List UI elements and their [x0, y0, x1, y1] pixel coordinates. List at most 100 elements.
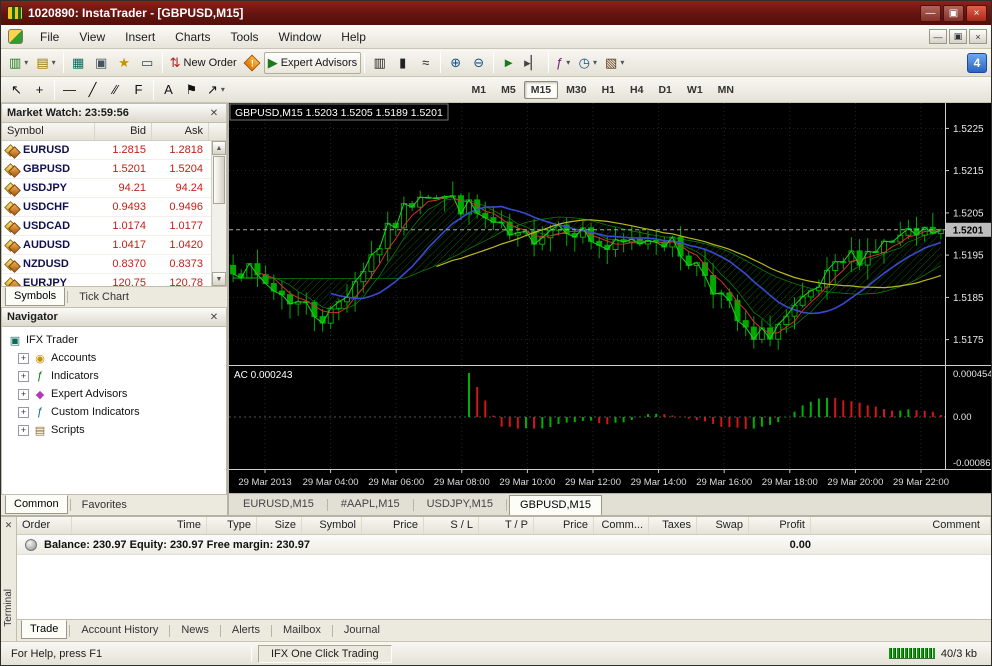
column-header-symbol[interactable]: Symbol [2, 123, 95, 140]
terminal-column-t-p[interactable]: T / P [479, 517, 534, 534]
menu-view[interactable]: View [69, 27, 115, 47]
terminal-column-price[interactable]: Price [534, 517, 594, 534]
profiles-button[interactable]: ▤▾ [32, 52, 59, 74]
scrollbar-thumb[interactable] [213, 156, 225, 204]
terminal-column-comm[interactable]: Comm... [594, 517, 649, 534]
terminal-column-swap[interactable]: Swap [697, 517, 749, 534]
mdi-close-icon[interactable]: × [969, 29, 987, 44]
menu-file[interactable]: File [30, 27, 69, 47]
terminal-column-s-l[interactable]: S / L [424, 517, 479, 534]
scrollbar-track[interactable] [212, 205, 226, 272]
trendline-button[interactable]: ╱ [81, 79, 104, 101]
market-watch-row-gbpusd[interactable]: GBPUSD1.52011.5204 [2, 160, 226, 179]
tab-mailbox[interactable]: Mailbox [274, 621, 330, 640]
new-chart-button[interactable]: ▥▾ [5, 52, 32, 74]
market-watch-row-usdjpy[interactable]: USDJPY94.2194.24 [2, 179, 226, 198]
market-watch-row-nzdusd[interactable]: NZDUSD0.83700.8373 [2, 255, 226, 274]
minimize-icon[interactable]: — [920, 5, 941, 22]
terminal-column-type[interactable]: Type [207, 517, 257, 534]
nav-item-expert-advisors[interactable]: +◆Expert Advisors [4, 385, 224, 403]
templates-button[interactable]: ▧▾ [601, 52, 628, 74]
column-header-bid[interactable]: Bid [95, 123, 152, 140]
timeframe-m15[interactable]: M15 [524, 81, 558, 99]
data-window-button[interactable]: ▣ [90, 52, 113, 74]
timeframe-m1[interactable]: M1 [465, 81, 494, 99]
timeframe-h4[interactable]: H4 [623, 81, 650, 99]
expand-plus-icon[interactable]: + [18, 407, 29, 418]
chart-tab-usdjpy-m15[interactable]: USDJPY,M15 [416, 494, 504, 515]
bar-chart-mode-button[interactable]: ▥ [368, 52, 391, 74]
nav-item-ifx-trader[interactable]: ▣IFX Trader [4, 331, 224, 349]
expand-plus-icon[interactable]: + [18, 389, 29, 400]
tab-tick-chart[interactable]: Tick Chart [70, 288, 138, 307]
terminal-column-profit[interactable]: Profit [749, 517, 811, 534]
expand-plus-icon[interactable]: + [18, 425, 29, 436]
market-watch-button[interactable]: ▦ [67, 52, 90, 74]
mdi-minimize-icon[interactable]: — [929, 29, 947, 44]
candlestick-mode-button[interactable]: ▮ [391, 52, 414, 74]
auto-scroll-button[interactable]: ► [497, 52, 520, 74]
terminal-column-size[interactable]: Size [257, 517, 302, 534]
close-icon[interactable]: × [966, 5, 987, 22]
menu-tools[interactable]: Tools [221, 27, 269, 47]
cursor-button[interactable]: ↖ [5, 79, 28, 101]
timeframe-h1[interactable]: H1 [595, 81, 622, 99]
terminal-column-taxes[interactable]: Taxes [649, 517, 697, 534]
terminal-column-symbol[interactable]: Symbol [302, 517, 362, 534]
market-watch-row-usdcad[interactable]: USDCAD1.01741.0177 [2, 217, 226, 236]
tab-account-history[interactable]: Account History [72, 621, 167, 640]
navigator-close-icon[interactable]: ✕ [207, 312, 221, 323]
tab-alerts[interactable]: Alerts [223, 621, 269, 640]
timeframe-m5[interactable]: M5 [494, 81, 523, 99]
fibonacci-button[interactable]: F [127, 79, 150, 101]
menu-charts[interactable]: Charts [165, 27, 220, 47]
new-order-button[interactable]: ⇅New Order [166, 52, 241, 74]
timeframe-m30[interactable]: M30 [559, 81, 593, 99]
terminal-column-order[interactable]: Order [17, 517, 72, 534]
market-watch-row-eurusd[interactable]: EURUSD1.28151.2818 [2, 141, 226, 160]
line-chart-mode-button[interactable]: ≈ [414, 52, 437, 74]
timeframe-d1[interactable]: D1 [651, 81, 678, 99]
scroll-down-icon[interactable]: ▼ [212, 272, 226, 286]
menu-help[interactable]: Help [331, 27, 376, 47]
terminal-panel-button[interactable]: ▭ [136, 52, 159, 74]
zoom-in-button[interactable]: ⊕ [444, 52, 467, 74]
tab-news[interactable]: News [172, 621, 218, 640]
tab-trade[interactable]: Trade [21, 620, 67, 639]
tab-symbols[interactable]: Symbols [5, 287, 65, 306]
timeframe-w1[interactable]: W1 [680, 81, 710, 99]
nav-item-accounts[interactable]: +◉Accounts [4, 349, 224, 367]
restore-icon[interactable]: ▣ [943, 5, 964, 22]
periods-button[interactable]: ◷▾ [575, 52, 601, 74]
terminal-close-icon[interactable]: ✕ [5, 520, 13, 531]
tab-common[interactable]: Common [5, 495, 68, 514]
terminal-column-price[interactable]: Price [362, 517, 424, 534]
horizontal-line-button[interactable]: — [58, 79, 81, 101]
text-label-button[interactable]: ⚑ [180, 79, 203, 101]
column-header-ask[interactable]: Ask [152, 123, 209, 140]
market-watch-row-usdchf[interactable]: USDCHF0.94930.9496 [2, 198, 226, 217]
menu-insert[interactable]: Insert [115, 27, 165, 47]
chart-shift-button[interactable]: ▸▏ [520, 52, 545, 74]
price-chart[interactable]: 1.52251.52151.52051.51951.51851.51751.52… [229, 103, 991, 493]
equidistant-channel-button[interactable]: ∕∕ [104, 79, 127, 101]
nav-item-indicators[interactable]: +ƒIndicators [4, 367, 224, 385]
expand-plus-icon[interactable]: + [18, 371, 29, 382]
one-click-trading-button[interactable]: IFX One Click Trading [258, 645, 392, 663]
expand-plus-icon[interactable]: + [18, 353, 29, 364]
chart-tab-gbpusd-m15[interactable]: GBPUSD,M15 [509, 495, 602, 516]
market-watch-row-eurjpy[interactable]: EURJPY120.75120.78 [2, 274, 226, 286]
chart-tab-eurusd-m15[interactable]: EURUSD,M15 [232, 494, 325, 515]
market-watch-close-icon[interactable]: ✕ [207, 108, 221, 119]
balance-row[interactable]: Balance: 230.97 Equity: 230.97 Free marg… [17, 535, 991, 555]
nav-item-custom-indicators[interactable]: +ƒCustom Indicators [4, 403, 224, 421]
scroll-up-icon[interactable]: ▲ [212, 141, 226, 155]
zoom-out-button[interactable]: ⊖ [467, 52, 490, 74]
tab-journal[interactable]: Journal [335, 621, 389, 640]
chart-tab-aapl-m15[interactable]: #AAPL,M15 [330, 494, 411, 515]
alert-button[interactable]: ! [241, 52, 264, 74]
arrows-button[interactable]: ↗▾ [203, 79, 229, 101]
menu-window[interactable]: Window [269, 27, 332, 47]
tab-favorites[interactable]: Favorites [73, 496, 136, 515]
timeframe-mn[interactable]: MN [711, 81, 741, 99]
